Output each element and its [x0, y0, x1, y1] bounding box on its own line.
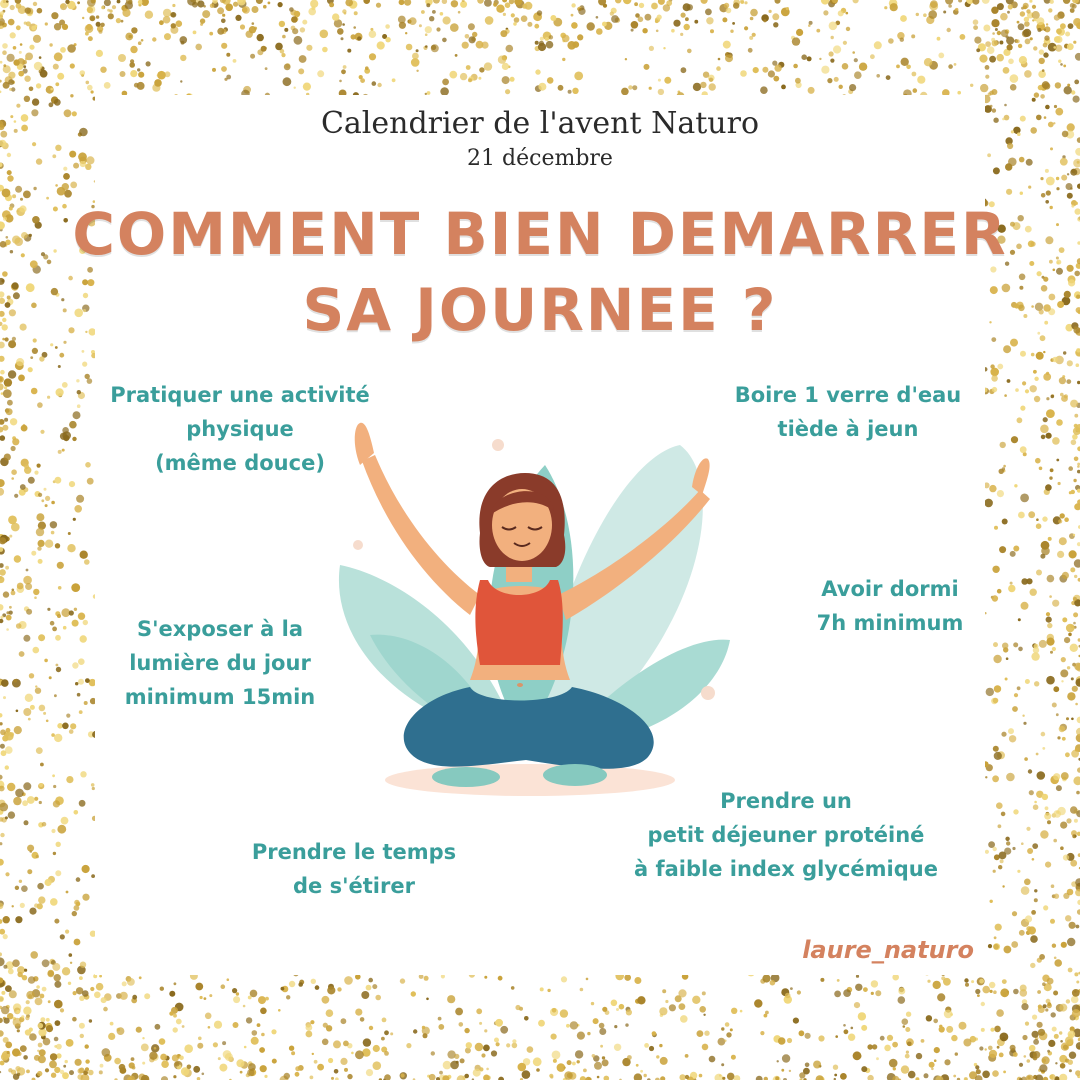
tip-daylight: S'exposer à la lumière du jour minimum 1…: [106, 612, 334, 714]
tip-line: à faible index glycémique: [634, 857, 938, 881]
tip-line: S'exposer à la: [136, 617, 304, 641]
tip-line: Boire 1 verre d'eau: [734, 383, 962, 407]
dot: [353, 540, 363, 550]
tip-line: lumière du jour: [129, 651, 311, 675]
author-handle: laure_naturo: [802, 936, 974, 964]
tip-line: petit déjeuner protéiné: [647, 823, 925, 847]
tip-sleep: Avoir dormi 7h minimum: [798, 572, 982, 640]
tip-stretch: Prendre le temps de s'étirer: [234, 835, 474, 903]
headline-line-1: COMMENT BIEN DEMARRER: [72, 200, 1008, 268]
headline-line-2: SA JOURNEE ?: [302, 276, 778, 344]
tip-line: Avoir dormi: [821, 577, 959, 601]
tip-line: tiède à jeun: [777, 417, 919, 441]
foot-right: [543, 764, 607, 786]
dot: [492, 439, 504, 451]
foot-left: [432, 767, 500, 787]
tip-line: Pratiquer une activité: [110, 383, 370, 407]
tip-line: de s'étirer: [293, 874, 415, 898]
navel: [517, 683, 523, 687]
calendar-title: Calendrier de l'avent Naturo: [320, 106, 760, 141]
tip-water: Boire 1 verre d'eau tiède à jeun: [722, 378, 974, 446]
tip-line: 7h minimum: [816, 611, 964, 635]
woman-meditating-illustration-icon: [338, 422, 730, 796]
tip-line: Prendre le temps: [251, 840, 457, 864]
dot: [701, 686, 715, 700]
floor-shadow: [385, 764, 675, 796]
calendar-date: 21 décembre: [467, 146, 613, 171]
tip-line: minimum 15min: [124, 685, 316, 709]
